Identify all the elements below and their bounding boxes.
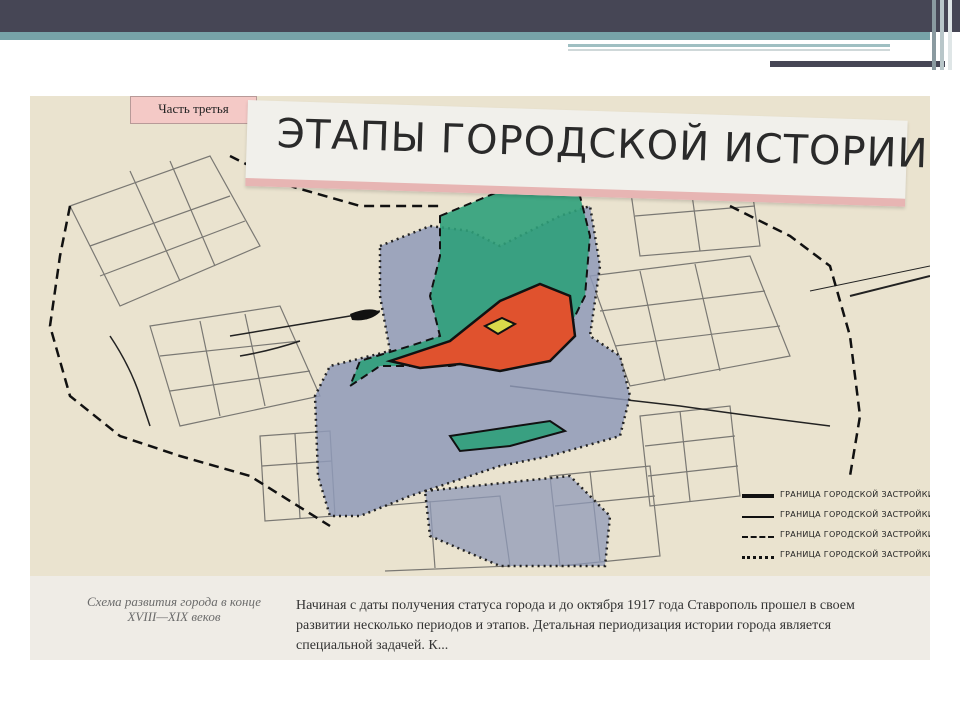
legend-line-icon: [742, 516, 774, 518]
caption-area: Схема развития города в конце XVIII—XIX …: [30, 576, 930, 660]
slide-decor-line: [568, 49, 890, 51]
legend-line-icon: [742, 556, 774, 559]
slide-top-bar: [0, 0, 960, 32]
legend-line-icon: [742, 494, 774, 498]
legend-label: ГРАНИЦА ГОРОДСКОЙ ЗАСТРОЙКИ 1863г.: [780, 550, 930, 559]
page-title: ЭТАПЫ ГОРОДСКОЙ ИСТОРИИ: [276, 110, 930, 178]
body-text: Начиная с даты получения статуса города …: [296, 598, 855, 653]
legend-item: ГРАНИЦА ГОРОДСКОЙ ЗАСТРОЙКИ 1825г.: [742, 508, 930, 526]
slide-accent-bar: [0, 32, 930, 40]
map-photo: Часть третья ЭТАПЫ ГОРОДСКОЙ ИСТОРИИ ГРА…: [30, 96, 930, 660]
legend-line-icon: [742, 536, 774, 538]
legend-item: ГРАНИЦА ГОРОДСКОЙ ЗАСТРОЙКИ 1853г.: [742, 528, 930, 546]
slide-decor-stripe: [948, 0, 952, 70]
map-caption: Схема развития города в конце XVIII—XIX …: [86, 594, 262, 624]
slide-decor-stripe: [932, 0, 936, 70]
map-legend: ГРАНИЦА ГОРОДСКОЙ ЗАСТРОЙКИ 1777г. ГРАНИ…: [742, 488, 930, 566]
legend-label: ГРАНИЦА ГОРОДСКОЙ ЗАСТРОЙКИ 1777г.: [780, 490, 930, 499]
slide-decor-stripe: [940, 0, 944, 70]
slide-decor-line: [568, 44, 890, 47]
legend-label: ГРАНИЦА ГОРОДСКОЙ ЗАСТРОЙКИ 1853г.: [780, 530, 930, 539]
legend-item: ГРАНИЦА ГОРОДСКОЙ ЗАСТРОЙКИ 1863г.: [742, 548, 930, 566]
part-label: Часть третья: [130, 96, 257, 124]
slide-decor-line: [770, 61, 945, 67]
legend-item: ГРАНИЦА ГОРОДСКОЙ ЗАСТРОЙКИ 1777г.: [742, 488, 930, 506]
legend-label: ГРАНИЦА ГОРОДСКОЙ ЗАСТРОЙКИ 1825г.: [780, 510, 930, 519]
